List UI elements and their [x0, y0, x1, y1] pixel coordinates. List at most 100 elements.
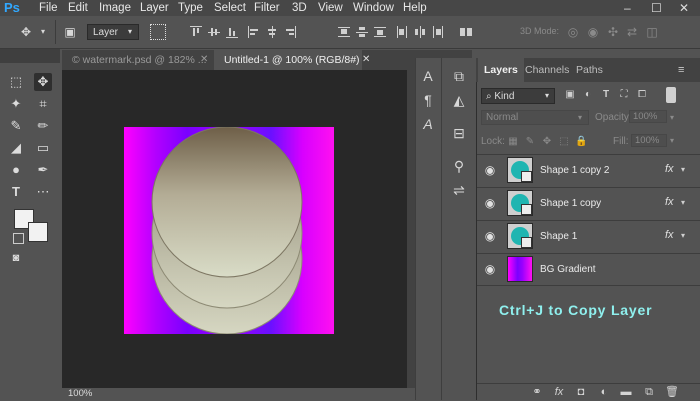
filter-pixel-icon[interactable]: ▣ — [563, 88, 577, 102]
fx-icon[interactable]: fx — [665, 196, 674, 208]
gradient-tool-icon[interactable]: ▭ — [34, 139, 52, 157]
filter-toggle[interactable] — [666, 87, 676, 103]
crop-tool-icon[interactable]: ⌗ — [34, 95, 52, 113]
document-canvas[interactable] — [124, 126, 334, 335]
align-hcenter-icon[interactable] — [266, 26, 278, 38]
align-top-icon[interactable] — [190, 26, 202, 38]
move-tool-icon[interactable]: ✥ — [34, 73, 52, 91]
close-icon[interactable]: ✕ — [200, 50, 208, 70]
magic-wand-tool-icon[interactable]: ✦ — [7, 95, 25, 113]
menu-view[interactable]: View — [318, 0, 343, 16]
tab-channels[interactable]: Channels — [519, 58, 575, 82]
chevron-down-icon[interactable]: ▾ — [681, 231, 685, 240]
tab-paths[interactable]: Paths — [570, 58, 609, 82]
align-bottom-icon[interactable] — [226, 26, 238, 38]
chevron-down-icon[interactable]: ▾ — [670, 110, 674, 125]
3d-roll-icon[interactable]: ◉ — [585, 24, 601, 40]
properties-panel-icon[interactable]: ⊟ — [450, 124, 468, 142]
filter-type-icon[interactable]: T — [599, 88, 613, 102]
fx-icon[interactable]: fx — [665, 163, 674, 175]
eyedropper-tool-icon[interactable]: ✏ — [34, 117, 52, 135]
fx-icon[interactable]: fx — [665, 229, 674, 241]
link-layers-icon[interactable]: ⚭ — [530, 385, 544, 399]
visibility-eye-icon[interactable]: ◉ — [483, 163, 497, 177]
add-layer-mask-icon[interactable]: ◘ — [574, 385, 588, 399]
lock-position-icon[interactable]: ✥ — [541, 136, 553, 148]
layer-name[interactable]: Shape 1 copy — [540, 197, 601, 211]
quick-mask-icon[interactable]: ◙ — [7, 249, 25, 267]
auto-align-icon[interactable] — [460, 26, 472, 38]
zoom-level[interactable]: 100% — [68, 388, 92, 400]
layer-name[interactable]: BG Gradient — [540, 263, 596, 277]
distribute-vcenter-icon[interactable] — [356, 26, 368, 38]
lock-image-icon[interactable]: ✎ — [524, 136, 536, 148]
move-tool-icon[interactable]: ✥ — [18, 24, 34, 40]
new-group-icon[interactable]: ▬ — [619, 385, 633, 399]
glyphs-panel-icon[interactable]: A — [419, 115, 437, 133]
menu-layer[interactable]: Layer — [140, 0, 169, 16]
visibility-eye-icon[interactable]: ◉ — [483, 262, 497, 276]
filter-kind-select[interactable]: ⌕ Kind — [481, 88, 555, 104]
close-button[interactable]: ✕ — [679, 0, 689, 16]
type-tool-icon[interactable]: T — [7, 183, 25, 201]
restore-button[interactable]: ☐ — [651, 0, 662, 16]
lock-all-icon[interactable]: 🔒 — [575, 136, 587, 148]
visibility-eye-icon[interactable]: ◉ — [483, 229, 497, 243]
close-icon[interactable]: ✕ — [362, 50, 370, 70]
distribute-bottom-icon[interactable] — [374, 26, 386, 38]
history-panel-icon[interactable]: ⧉ — [450, 67, 468, 85]
panel-menu-icon[interactable]: ≡ — [678, 58, 684, 82]
distribute-left-icon[interactable] — [396, 26, 408, 38]
tab-layers[interactable]: Layers — [478, 58, 524, 82]
transform-controls-icon[interactable] — [150, 24, 166, 40]
3d-slide-icon[interactable]: ⇄ — [624, 24, 640, 40]
chevron-down-icon[interactable]: ▾ — [670, 134, 674, 147]
menu-image[interactable]: Image — [99, 0, 131, 16]
new-adjustment-layer-icon[interactable]: ◐ — [597, 385, 611, 399]
distribute-top-icon[interactable] — [338, 26, 350, 38]
filter-shape-icon[interactable]: ⛶ — [617, 88, 631, 102]
more-tools-icon[interactable]: ⋯ — [34, 183, 52, 201]
menu-window[interactable]: Window — [353, 0, 394, 16]
3d-pan-icon[interactable]: ✣ — [605, 24, 621, 40]
distribute-hcenter-icon[interactable] — [414, 26, 426, 38]
eraser-tool-icon[interactable]: ◢ — [7, 139, 25, 157]
align-left-icon[interactable] — [248, 26, 260, 38]
3d-rotate-icon[interactable]: ◎ — [565, 24, 581, 40]
delete-layer-icon[interactable]: 🗑 — [665, 385, 679, 399]
fill-input[interactable]: 100% — [631, 134, 667, 147]
pen-tool-icon[interactable]: ✒ — [34, 161, 52, 179]
distribute-right-icon[interactable] — [432, 26, 444, 38]
3d-scale-icon[interactable]: ◫ — [644, 24, 660, 40]
background-color-swatch[interactable] — [28, 222, 48, 242]
menu-edit[interactable]: Edit — [68, 0, 88, 16]
auto-select-checkbox-icon[interactable]: ▣ — [62, 24, 78, 40]
align-vcenter-icon[interactable] — [208, 26, 220, 38]
menu-3d[interactable]: 3D — [292, 0, 307, 16]
marquee-tool-icon[interactable]: ⬚ — [7, 73, 25, 91]
chevron-down-icon[interactable]: ▾ — [681, 165, 685, 174]
brush-tool-icon[interactable]: ✎ — [7, 117, 25, 135]
align-right-icon[interactable] — [284, 26, 296, 38]
menu-select[interactable]: Select — [214, 0, 246, 16]
menu-filter[interactable]: Filter — [254, 0, 280, 16]
filter-adjustment-icon[interactable]: ◐ — [581, 88, 595, 102]
tool-presets-icon[interactable]: ⇌ — [450, 181, 468, 199]
menu-help[interactable]: Help — [403, 0, 427, 16]
brush-presets-icon[interactable]: ⚲ — [450, 157, 468, 175]
paragraph-panel-icon[interactable]: ¶ — [419, 91, 437, 109]
opacity-input[interactable]: 100% — [629, 110, 667, 123]
chevron-down-icon[interactable]: ▾ — [35, 24, 51, 40]
adjustments-panel-icon[interactable]: ◭ — [450, 91, 468, 109]
vertical-scrollbar[interactable] — [407, 70, 415, 388]
chevron-down-icon[interactable]: ▾ — [681, 198, 685, 207]
layer-name[interactable]: Shape 1 — [540, 230, 577, 244]
filter-smart-object-icon[interactable]: ⧠ — [635, 88, 649, 102]
add-layer-style-icon[interactable]: fx — [552, 385, 566, 399]
default-colors-icon[interactable] — [13, 233, 24, 244]
blend-mode-select[interactable]: Normal — [481, 110, 589, 125]
tab-untitled-1[interactable]: Untitled-1 @ 100% (RGB/8#) * — [214, 50, 362, 86]
character-panel-icon[interactable]: A — [419, 67, 437, 85]
layer-name[interactable]: Shape 1 copy 2 — [540, 164, 610, 178]
menu-type[interactable]: Type — [178, 0, 203, 16]
